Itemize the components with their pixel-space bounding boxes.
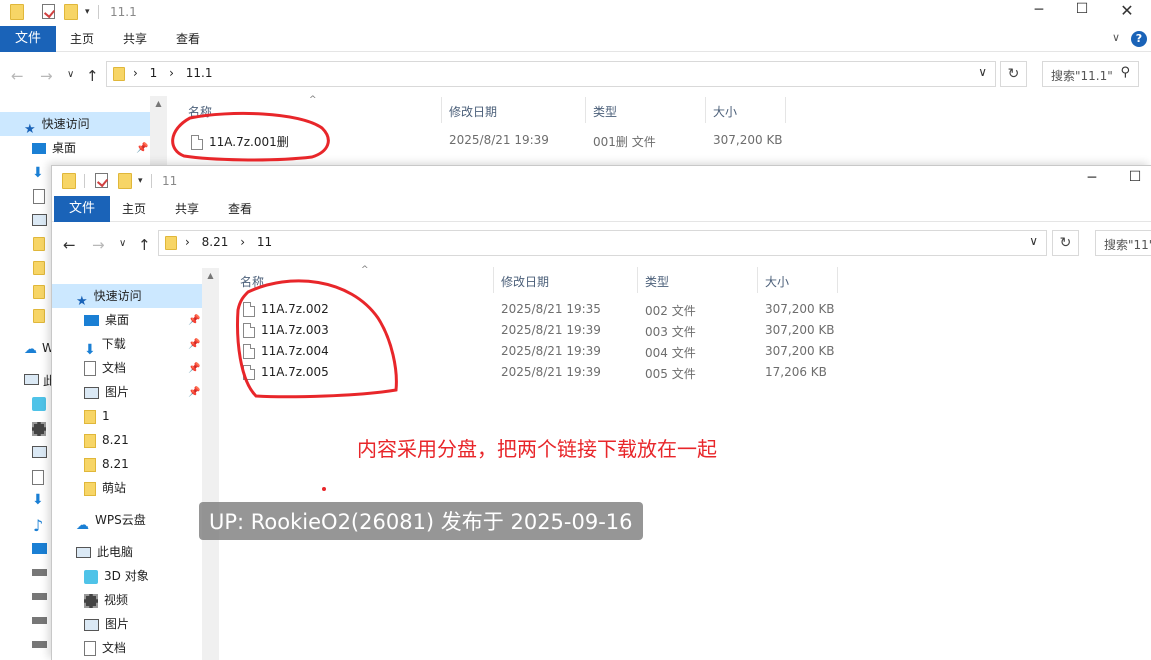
annotation-dot xyxy=(322,487,326,491)
watermark: UP: RookieO2(26081) 发布于 2025-09-16 xyxy=(199,502,643,540)
annotation-circle xyxy=(236,279,398,399)
annotation-overlay xyxy=(171,111,398,491)
annotation-note: 内容采用分盘，把两个链接下载放在一起 xyxy=(357,437,717,461)
annotation-circle xyxy=(171,111,330,162)
